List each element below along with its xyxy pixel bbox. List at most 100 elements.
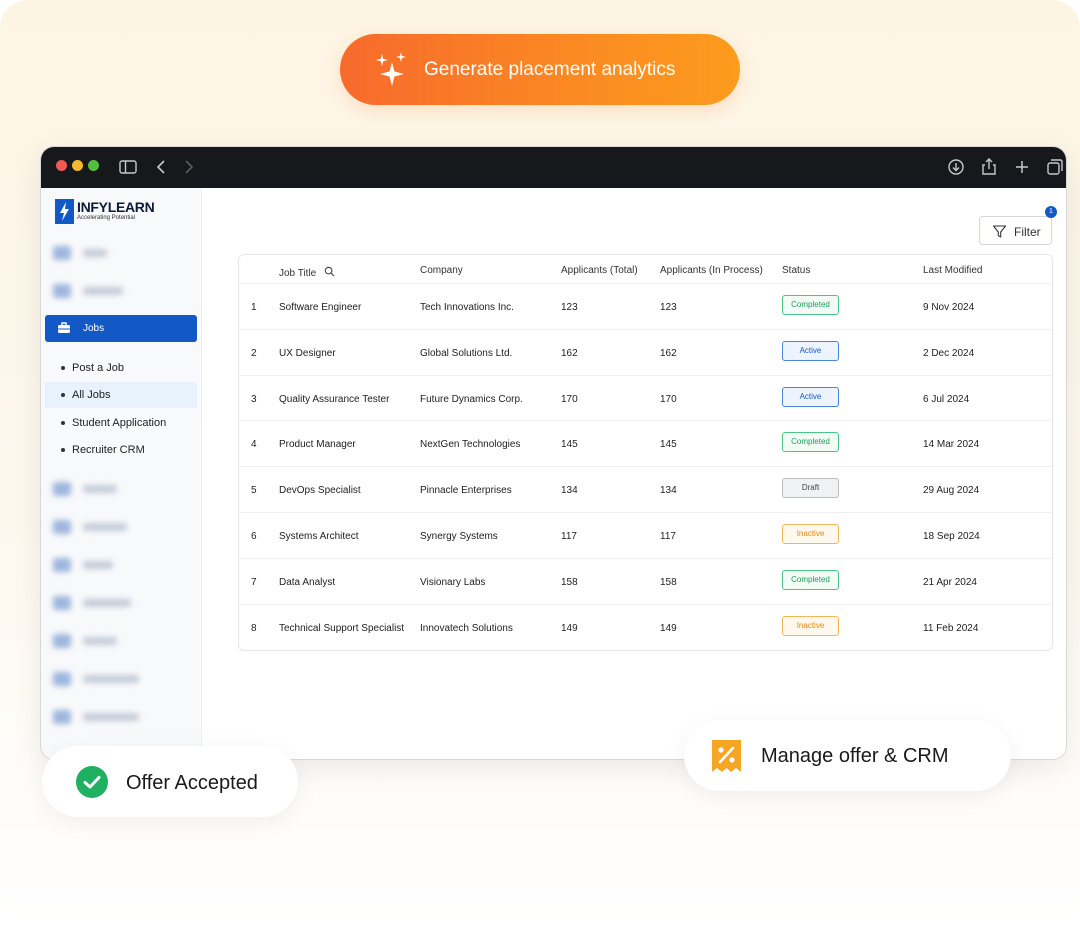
cell-last-modified: 11 Feb 2024: [923, 622, 979, 634]
discount-tag-icon: [712, 740, 741, 772]
check-circle-icon: [76, 766, 108, 798]
cell-index: 1: [251, 302, 257, 313]
manage-offer-crm-card[interactable]: Manage offer & CRM: [684, 720, 1011, 791]
sidebar-item-blurred[interactable]: [53, 670, 163, 688]
status-badge: Inactive: [782, 524, 839, 544]
sidebar-item-blurred[interactable]: [53, 282, 163, 300]
bullet-icon: [61, 448, 65, 452]
cell-last-modified: 21 Apr 2024: [923, 576, 977, 588]
cta-label: Generate placement analytics: [424, 59, 676, 80]
sidebar-item-blurred[interactable]: [53, 244, 163, 262]
cell-applicants-in-process: 149: [660, 622, 677, 634]
cell-applicants-in-process: 170: [660, 393, 677, 405]
browser-titlebar: [41, 147, 1066, 188]
sidebar-item-blurred[interactable]: [53, 632, 163, 650]
table-row[interactable]: 3 Quality Assurance Tester Future Dynamics…: [239, 374, 1052, 421]
column-header-applicants-total[interactable]: Applicants (Total): [561, 265, 638, 276]
cell-job-title: DevOps Specialist: [279, 485, 361, 497]
cell-index: 4: [251, 439, 257, 451]
sidebar-item-blurred[interactable]: [53, 594, 163, 612]
sidebar-subitem-label: Recruiter CRM: [72, 444, 145, 456]
cell-last-modified: 29 Aug 2024: [923, 485, 980, 497]
cell-company: Synergy Systems: [420, 531, 498, 542]
cell-applicants-in-process: 134: [660, 485, 677, 497]
sidebar-subitem-label: Post a Job: [72, 362, 124, 374]
cell-company: Global Solutions Ltd.: [420, 347, 513, 359]
logo-name: INFYLEARN: [77, 199, 155, 215]
offer-accepted-card: Offer Accepted: [42, 746, 298, 817]
sidebar: INFYLEARN Accelerating Potential Jobs Po…: [41, 188, 202, 759]
sidebar-item-jobs[interactable]: Jobs: [45, 315, 197, 342]
filter-button[interactable]: Filter: [979, 216, 1052, 245]
cell-applicants-total: 134: [561, 485, 578, 497]
bullet-icon: [61, 421, 65, 425]
cell-company: Future Dynamics Corp.: [420, 393, 523, 405]
filter-label: Filter: [1014, 225, 1041, 239]
sidebar-item-blurred[interactable]: [53, 708, 163, 726]
bullet-icon: [61, 366, 65, 370]
column-header-last-modified[interactable]: Last Modified: [923, 265, 982, 276]
sidebar-item-blurred[interactable]: [53, 480, 163, 498]
sidebar-subitem-recruiter-crm[interactable]: Recruiter CRM: [45, 437, 197, 463]
infylearn-logo[interactable]: INFYLEARN Accelerating Potential: [55, 199, 185, 225]
sidebar-toggle-icon[interactable]: [117, 156, 139, 178]
cell-last-modified: 6 Jul 2024: [923, 393, 970, 405]
cell-job-title: Data Analyst: [279, 576, 336, 588]
column-header-label: Job Title: [279, 268, 317, 279]
tab-overview-icon[interactable]: [1044, 156, 1066, 178]
sidebar-item-blurred[interactable]: [53, 556, 163, 574]
cell-index: 5: [251, 485, 257, 497]
cell-last-modified: 2 Dec 2024: [923, 347, 975, 359]
cell-last-modified: 9 Nov 2024: [923, 302, 975, 313]
filter-icon: [992, 225, 1007, 238]
cell-applicants-total: 149: [561, 622, 578, 634]
cell-job-title: Quality Assurance Tester: [279, 393, 390, 405]
table-row[interactable]: 8 Technical Support Specialist Innovatech …: [239, 603, 1052, 650]
cell-applicants-total: 158: [561, 576, 578, 588]
minimize-window-button[interactable]: [72, 160, 83, 171]
status-badge: Inactive: [782, 615, 839, 636]
sparkle-icon: [376, 52, 406, 86]
status-badge: Active: [782, 340, 839, 361]
cell-applicants-in-process: 123: [660, 302, 677, 313]
sidebar-item-label: Jobs: [83, 323, 105, 334]
table-row[interactable]: 2 UX Designer Global Solutions Ltd. 162 162 2…: [239, 328, 1052, 375]
cell-company: Tech Innovations Inc.: [420, 302, 514, 313]
cell-job-title: Technical Support Specialist: [279, 622, 405, 634]
cell-last-modified: 14 Mar 2024: [923, 439, 980, 451]
sidebar-subitem-label: Student Application: [72, 417, 167, 429]
cell-company: Pinnacle Enterprises: [420, 485, 512, 497]
column-header-company[interactable]: Company: [420, 265, 463, 276]
close-window-button[interactable]: [56, 160, 67, 171]
maximize-window-button[interactable]: [88, 160, 99, 171]
sidebar-item-blurred[interactable]: [53, 518, 163, 536]
forward-icon[interactable]: [177, 156, 199, 178]
search-icon[interactable]: [324, 266, 335, 277]
table-row[interactable]: 7 Data Analyst Visionary Labs 158 158 21 Apr …: [239, 557, 1052, 604]
new-tab-icon[interactable]: [1011, 156, 1033, 178]
cell-index: 2: [251, 347, 257, 359]
share-icon[interactable]: [978, 156, 1000, 178]
table-row[interactable]: 1 Software Engineer Tech Innovations Inc. 1…: [239, 283, 1052, 329]
main-content: Filter 1 Job Title Company Applicants (T…: [202, 188, 1066, 759]
column-header-applicants-in-process[interactable]: Applicants (In Process): [660, 265, 763, 276]
table-row[interactable]: 6 Systems Architect Synergy Systems 117 117 1…: [239, 512, 1052, 558]
cell-applicants-total: 170: [561, 393, 578, 405]
status-badge: Active: [782, 386, 839, 407]
sidebar-subitem-all-jobs[interactable]: All Jobs: [45, 382, 197, 408]
jobs-table: Job Title Company Applicants (Total) App…: [238, 254, 1053, 651]
status-badge: Draft: [782, 478, 839, 499]
sidebar-subitem-post-a-job[interactable]: Post a Job: [45, 355, 197, 381]
cell-applicants-in-process: 145: [660, 439, 677, 451]
sidebar-subitem-student-application[interactable]: Student Application: [45, 410, 197, 436]
download-icon[interactable]: [945, 156, 967, 178]
table-row[interactable]: 5 DevOps Specialist Pinnacle Enterprises 13…: [239, 466, 1052, 512]
generate-analytics-button[interactable]: Generate placement analytics: [340, 34, 740, 105]
table-row[interactable]: 4 Product Manager NextGen Technologies 145 1…: [239, 420, 1052, 466]
back-icon[interactable]: [151, 156, 173, 178]
cell-applicants-in-process: 117: [660, 531, 676, 542]
cell-company: NextGen Technologies: [420, 439, 521, 451]
column-header-job-title[interactable]: Job Title: [279, 265, 335, 279]
column-header-status[interactable]: Status: [782, 265, 810, 276]
filter-count-badge: 1: [1045, 206, 1057, 218]
